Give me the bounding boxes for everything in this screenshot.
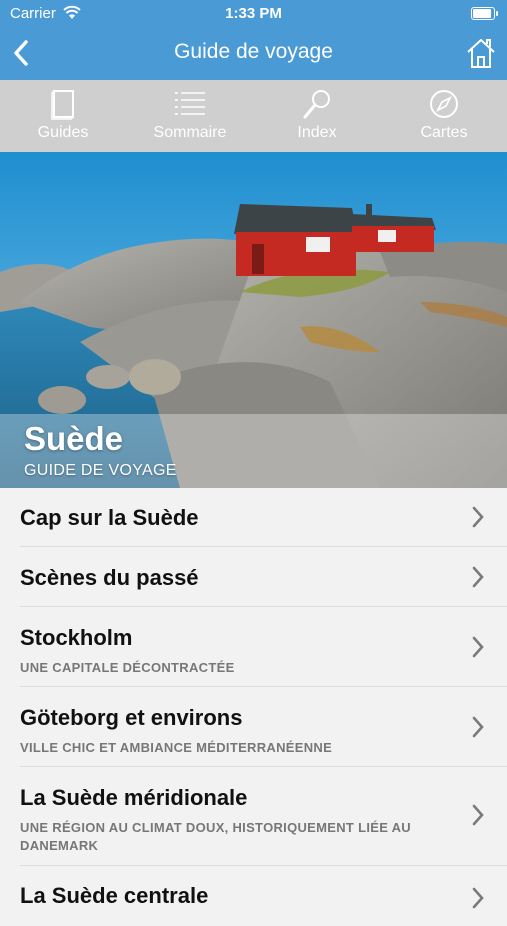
toolbar-sommaire-label: Sommaire — [153, 124, 227, 141]
list-item-subtitle: UNE CAPITALE DÉCONTRACTÉE — [20, 660, 235, 675]
toolbar-cartes-label: Cartes — [420, 124, 468, 141]
list-item-suede-centrale[interactable]: La Suède centrale — [20, 866, 507, 926]
status-bar: Carrier 1:33 PM — [0, 0, 507, 28]
list-item-subtitle: VILLE CHIC ET AMBIANCE MÉDITERRANÉENNE — [20, 740, 333, 755]
toolbar-index[interactable]: Index — [254, 80, 380, 152]
list-item-title: La Suède centrale — [20, 883, 209, 908]
list-item-scenes-du-passe[interactable]: Scènes du passé — [20, 547, 507, 607]
home-icon[interactable] — [465, 36, 497, 70]
hero-title: Suède — [24, 420, 124, 457]
chevron-right-icon — [472, 804, 484, 826]
toolbar-cartes[interactable]: Cartes — [381, 80, 507, 152]
hero-banner[interactable]: Suède GUIDE DE VOYAGE — [0, 152, 507, 488]
toolbar-guides[interactable]: Guides — [0, 80, 126, 152]
clock: 1:33 PM — [225, 5, 282, 22]
section-list: Cap sur la Suède Scènes du passé Stockho… — [0, 488, 507, 926]
chevron-right-icon — [472, 716, 484, 738]
page-title: Guide de voyage — [174, 40, 333, 63]
chevron-right-icon — [472, 506, 484, 528]
list-icon — [175, 92, 205, 115]
book-icon — [51, 90, 74, 120]
list-item-title: Göteborg et environs — [20, 705, 243, 730]
list-item-suede-meridionale[interactable]: La Suède méridionale UNE RÉGION AU CLIMA… — [20, 767, 507, 866]
chevron-right-icon — [472, 887, 484, 909]
list-item-cap-sur-la-suede[interactable]: Cap sur la Suède — [20, 488, 507, 547]
list-item-title: Stockholm — [20, 625, 133, 650]
hero-subtitle: GUIDE DE VOYAGE — [24, 462, 177, 479]
magnifier-icon — [303, 90, 330, 119]
battery-icon — [471, 7, 498, 20]
toolbar-index-label: Index — [297, 124, 337, 141]
chevron-right-icon — [472, 566, 484, 588]
list-item-stockholm[interactable]: Stockholm UNE CAPITALE DÉCONTRACTÉE — [20, 607, 507, 687]
list-item-title: Cap sur la Suède — [20, 505, 199, 530]
chevron-right-icon — [472, 636, 484, 658]
toolbar: Guides Sommaire Index Cartes — [0, 80, 507, 152]
compass-icon — [430, 90, 458, 118]
toolbar-sommaire[interactable]: Sommaire — [127, 80, 253, 152]
list-item-goteborg[interactable]: Göteborg et environs VILLE CHIC ET AMBIA… — [20, 687, 507, 767]
list-item-title: Scènes du passé — [20, 565, 199, 590]
navigation-bar: Guide de voyage — [0, 28, 507, 80]
list-item-title: La Suède méridionale — [20, 785, 248, 810]
list-item-subtitle: UNE RÉGION AU CLIMAT DOUX, HISTORIQUEMEN… — [20, 820, 411, 853]
toolbar-guides-label: Guides — [37, 124, 89, 141]
